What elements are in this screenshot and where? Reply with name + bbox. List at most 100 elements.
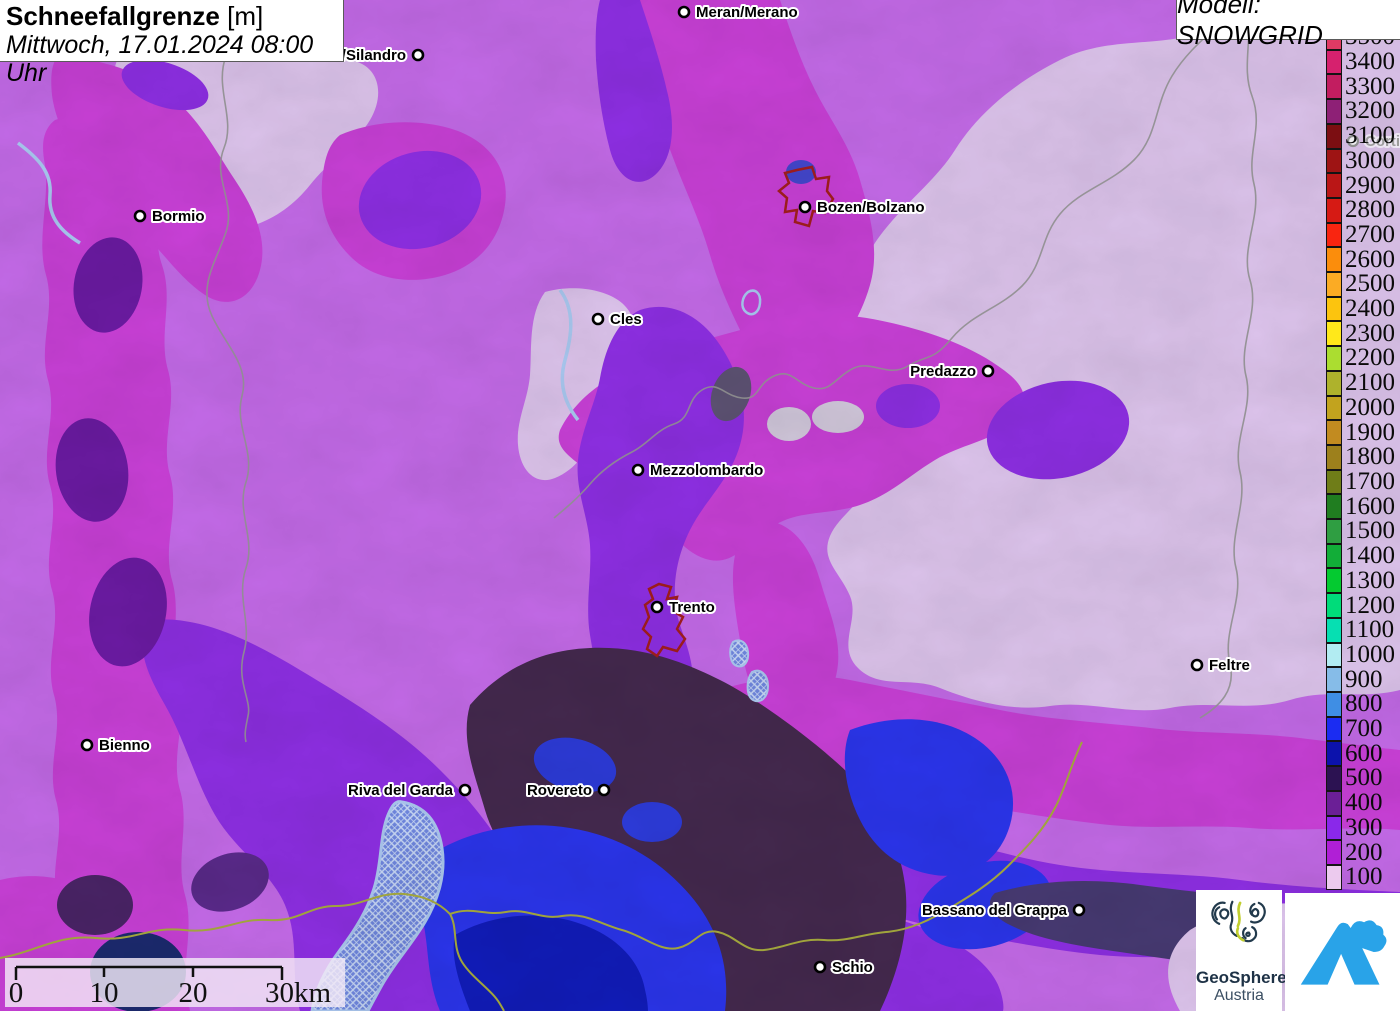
legend-swatch: [1326, 395, 1342, 421]
legend-swatch: [1326, 691, 1342, 717]
legend-row: 2200: [1326, 345, 1400, 372]
legend-swatch: [1326, 593, 1342, 618]
legend-swatch: [1326, 543, 1342, 569]
city-marker: [458, 783, 472, 797]
legend-row: 1200: [1326, 592, 1400, 619]
legend-swatch: [1326, 346, 1342, 371]
legend-row: 1600: [1326, 493, 1400, 520]
city-label: Bozen/Bolzano: [817, 199, 925, 216]
scale-bar-label: 0: [9, 977, 24, 1007]
model-box: Modell: SNOWGRID: [1176, 0, 1400, 50]
city-marker: [411, 48, 425, 62]
mountain-cornice-icon: [1300, 920, 1386, 985]
scale-bar-line: [14, 965, 284, 980]
legend-row: 1000: [1326, 641, 1400, 669]
legend-row: 3300: [1326, 73, 1400, 100]
avalanche-logo: [1285, 893, 1400, 1011]
city-label: Bienno: [99, 737, 150, 754]
legend-swatch: [1326, 642, 1342, 668]
legend-row: 1900: [1326, 419, 1400, 446]
geosphere-logo: GeoSphere Austria: [1196, 890, 1287, 1011]
legend-row: 500: [1326, 765, 1400, 792]
legend-row: 3100: [1326, 122, 1400, 150]
legend-swatch: [1326, 148, 1342, 174]
legend-row: 200: [1326, 839, 1400, 866]
legend-swatch: [1326, 840, 1342, 865]
title-box: Schneefallgrenze [m] Mittwoch, 17.01.202…: [0, 0, 344, 87]
city-marker: [813, 960, 827, 974]
legend-swatch: [1326, 790, 1342, 816]
geosphere-icon: [1211, 900, 1266, 943]
city-label: s/Silandro: [333, 47, 406, 64]
hillshade-texture: [0, 0, 1400, 1011]
geosphere-logo-name: GeoSphere: [1196, 968, 1287, 987]
scale-bar-label: 30km: [265, 977, 332, 1007]
legend-value: 100: [1345, 863, 1383, 891]
city-marker: [80, 738, 94, 752]
legend-row: 1400: [1326, 542, 1400, 570]
legend-swatch: [1326, 568, 1342, 594]
scale-bar-labels: 0 10 20 30km: [9, 977, 332, 1007]
city-label: Predazzo: [910, 363, 976, 380]
city-label: Mezzolombardo: [650, 462, 763, 479]
city-marker: [591, 312, 605, 326]
legend-row: 2100: [1326, 369, 1400, 397]
legend-swatch: [1326, 197, 1342, 223]
city-marker: [798, 200, 812, 214]
legend-row: 100: [1326, 863, 1400, 891]
city-marker: [677, 5, 691, 19]
city-label: Bassano del Grappa: [922, 902, 1068, 919]
legend-row: 1500: [1326, 518, 1400, 545]
legend-swatch: [1326, 370, 1342, 396]
scale-bar-label: 10: [90, 977, 119, 1007]
city-label: Schio: [832, 959, 873, 976]
city-label: Bormio: [152, 208, 205, 225]
map-unit: [m]: [227, 1, 264, 31]
legend-swatch: [1326, 864, 1342, 890]
legend-row: 1300: [1326, 567, 1400, 594]
model-label: Modell: SNOWGRID: [1177, 0, 1323, 50]
legend-swatch: [1326, 49, 1342, 75]
legend-swatch: [1326, 74, 1342, 100]
legend-swatch: [1326, 716, 1342, 742]
legend-row: 800: [1326, 690, 1400, 718]
city-label: Meran/Merano: [696, 4, 798, 21]
map-title-line: Schneefallgrenze [m]: [6, 2, 343, 31]
legend-swatch: [1326, 444, 1342, 470]
legend-swatch: [1326, 815, 1342, 841]
map-canvas: Meran/Merano s/Silandro Bormio Bozen/Bolzan…: [0, 0, 1400, 1011]
weather-map-screenshot: Meran/Merano s/Silandro Bormio Bozen/Bolzan…: [0, 0, 1400, 1011]
legend-row: 2500: [1326, 271, 1400, 298]
legend-row: 1700: [1326, 468, 1400, 496]
city-marker: [1190, 658, 1204, 672]
legend-row: 1100: [1326, 616, 1400, 644]
legend-swatch: [1326, 321, 1342, 347]
city-marker: [133, 209, 147, 223]
city-marker: [597, 783, 611, 797]
legend-swatch: [1326, 519, 1342, 544]
city-marker: [981, 364, 995, 378]
city-marker: [631, 463, 645, 477]
legend-row: 2000: [1326, 394, 1400, 422]
legend-swatch: [1326, 272, 1342, 297]
legend-swatch: [1326, 741, 1342, 767]
legend-row: 2400: [1326, 295, 1400, 323]
legend-row: 700: [1326, 715, 1400, 743]
legend-row: 2300: [1326, 320, 1400, 347]
city-label: Cles: [610, 311, 642, 328]
legend-row: 900: [1326, 666, 1400, 693]
legend-row: 600: [1326, 740, 1400, 767]
city-label: Feltre: [1209, 657, 1250, 674]
legend-row: 3200: [1326, 98, 1400, 125]
legend-row: 3000: [1326, 147, 1400, 175]
legend-swatch: [1326, 222, 1342, 248]
legend-swatch: [1326, 667, 1342, 692]
scale-bar-label: 20: [179, 977, 208, 1007]
legend-row: 2900: [1326, 172, 1400, 199]
legend-row: 2800: [1326, 196, 1400, 224]
legend-swatch: [1326, 420, 1342, 445]
legend-swatch: [1326, 173, 1342, 198]
city-label: Rovereto: [527, 782, 592, 799]
map-datetime: Mittwoch, 17.01.2024 08:00 Uhr: [6, 31, 314, 87]
geosphere-logo-country: Austria: [1214, 987, 1264, 1004]
